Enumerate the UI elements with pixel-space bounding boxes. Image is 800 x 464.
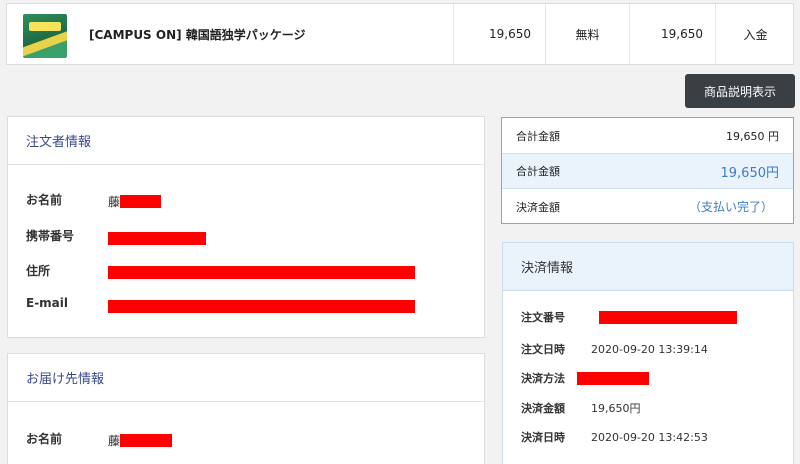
orderer-info-panel: 注文者情報 お名前 藤 携帯番号 住所 E-mail bbox=[7, 116, 485, 338]
total-value: 19,650 円 bbox=[726, 129, 779, 143]
product-row: [CAMPUS ON] 韓国語独学パッケージ 19,650 無料 19,650 … bbox=[6, 3, 794, 65]
redaction-bar bbox=[108, 266, 415, 279]
delivery-name-row: お名前 bbox=[26, 430, 62, 447]
orderer-email-value bbox=[108, 296, 415, 315]
orderer-address-row: 住所 bbox=[26, 262, 50, 279]
delivery-info-title: お届け先情報 bbox=[8, 354, 484, 402]
order-datetime-value: 2020-09-20 13:39:14 bbox=[591, 342, 708, 356]
payment-row: 決済金額 19,650円 bbox=[521, 400, 641, 416]
totals-row-highlight: 合計金額 19,650円 bbox=[502, 153, 793, 189]
payment-datetime-label: 決済日時 bbox=[521, 431, 565, 444]
payment-row: 注文番号 bbox=[521, 309, 737, 325]
totals-row: 決済金額 （支払い完了） bbox=[502, 189, 793, 224]
orderer-email-label: E-mail bbox=[26, 296, 69, 310]
product-description-button[interactable]: 商品説明表示 bbox=[685, 74, 795, 108]
payment-amount-label: 決済金額 bbox=[521, 402, 565, 415]
product-thumbnail[interactable] bbox=[23, 14, 67, 58]
product-shipping: 無料 bbox=[545, 4, 629, 64]
totals-box: 合計金額 19,650 円 合計金額 19,650円 決済金額 （支払い完了） bbox=[501, 117, 794, 224]
redaction-bar bbox=[577, 371, 649, 385]
order-number-label: 注文番号 bbox=[521, 311, 565, 324]
redaction-bar bbox=[108, 232, 206, 245]
orderer-address-value bbox=[108, 262, 415, 281]
payment-row: 注文日時 2020-09-20 13:39:14 bbox=[521, 341, 708, 357]
payment-info-title: 決済情報 bbox=[503, 243, 793, 291]
payment-datetime-value: 2020-09-20 13:42:53 bbox=[591, 430, 708, 444]
orderer-phone-label: 携帯番号 bbox=[26, 229, 75, 243]
orderer-name-prefix: 藤 bbox=[108, 195, 121, 209]
payment-status: （支払い完了） bbox=[688, 200, 773, 214]
redaction-bar bbox=[108, 300, 415, 313]
payment-amount-label: 決済金額 bbox=[516, 200, 560, 214]
orderer-name-row: お名前 bbox=[26, 191, 62, 208]
product-status: 入金 bbox=[715, 4, 795, 64]
totals-row: 合計金額 19,650 円 bbox=[502, 118, 793, 153]
orderer-email-row: E-mail bbox=[26, 296, 68, 310]
orderer-address-label: 住所 bbox=[26, 264, 51, 278]
orderer-info-title: 注文者情報 bbox=[8, 117, 484, 165]
product-price: 19,650 bbox=[453, 4, 545, 64]
payment-info-panel: 決済情報 注文番号 注文日時 2020-09-20 13:39:14 決済方法 … bbox=[502, 242, 794, 464]
product-name[interactable]: [CAMPUS ON] 韓国語独学パッケージ bbox=[89, 4, 306, 64]
delivery-name-label: お名前 bbox=[26, 432, 63, 446]
delivery-name-prefix: 藤 bbox=[108, 434, 121, 448]
payment-amount-value: 19,650円 bbox=[591, 402, 641, 415]
redaction-bar bbox=[599, 310, 737, 324]
redaction-bar bbox=[120, 195, 162, 208]
orderer-phone-row: 携帯番号 bbox=[26, 227, 74, 244]
delivery-info-panel: お届け先情報 お名前 藤 bbox=[7, 353, 485, 464]
total-label: 合計金額 bbox=[516, 165, 560, 178]
redaction-bar bbox=[120, 434, 173, 447]
payment-row: 決済日時 2020-09-20 13:42:53 bbox=[521, 429, 708, 445]
orderer-name-label: お名前 bbox=[26, 193, 63, 207]
payment-method-label: 決済方法 bbox=[521, 372, 565, 385]
orderer-name-value: 藤 bbox=[108, 191, 162, 210]
delivery-name-value: 藤 bbox=[108, 430, 173, 449]
total-label: 合計金額 bbox=[516, 129, 560, 143]
orderer-phone-value bbox=[108, 228, 206, 247]
total-amount-highlight: 19,650円 bbox=[720, 165, 780, 181]
product-total: 19,650 bbox=[629, 4, 715, 64]
payment-row: 決済方法 bbox=[521, 370, 649, 386]
order-datetime-label: 注文日時 bbox=[521, 343, 565, 356]
